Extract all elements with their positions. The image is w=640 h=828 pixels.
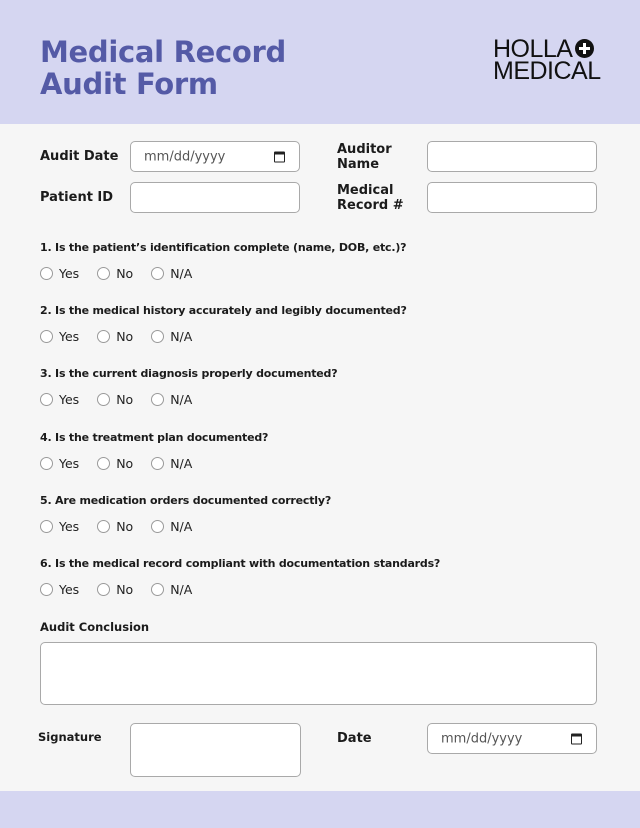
- radio-button[interactable]: [97, 393, 111, 406]
- radio-button[interactable]: [151, 330, 165, 343]
- radio-label: Yes: [59, 456, 80, 471]
- radio-option-na[interactable]: N/A: [151, 329, 192, 344]
- auditor-name-label-line-2: Name: [337, 157, 380, 172]
- radio-option-na[interactable]: N/A: [151, 392, 192, 407]
- radio-option-no[interactable]: No: [97, 582, 133, 597]
- medical-record-input[interactable]: [427, 182, 597, 213]
- auditor-name-label-line-1: Auditor: [337, 142, 392, 157]
- radio-label: N/A: [170, 329, 193, 344]
- radio-button[interactable]: [97, 267, 111, 280]
- question-text: 4. Is the treatment plan documented?: [40, 431, 269, 444]
- radio-label: No: [116, 329, 134, 344]
- radio-button[interactable]: [151, 393, 165, 406]
- auditor-name-label: Auditor Name: [337, 142, 392, 172]
- radio-label: No: [116, 456, 134, 471]
- radio-option-yes[interactable]: Yes: [40, 392, 79, 407]
- radio-option-yes[interactable]: Yes: [40, 456, 79, 471]
- radio-button[interactable]: [97, 330, 111, 343]
- plus-circle-icon: [575, 39, 595, 58]
- radio-button[interactable]: [151, 520, 165, 533]
- radio-button[interactable]: [151, 583, 165, 596]
- radio-label: No: [116, 266, 134, 281]
- patient-id-label: Patient ID: [40, 190, 114, 205]
- radio-button[interactable]: [40, 520, 53, 533]
- logo: HOLLA MEDICAL: [493, 37, 601, 85]
- radio-label: N/A: [170, 582, 193, 597]
- radio-button[interactable]: [40, 457, 53, 470]
- radio-label: No: [116, 582, 134, 597]
- question-options: Yes No N/A: [40, 266, 210, 281]
- question-text: 3. Is the current diagnosis properly doc…: [40, 367, 338, 380]
- question-text: 5. Are medication orders documented corr…: [40, 494, 332, 507]
- question-text: 1. Is the patient’s identification compl…: [40, 241, 407, 254]
- radio-button[interactable]: [40, 267, 53, 280]
- radio-label: Yes: [59, 392, 80, 407]
- question-options: Yes No N/A: [40, 392, 210, 407]
- audit-date-placeholder: mm/dd/yyyy: [144, 149, 226, 164]
- radio-option-na[interactable]: N/A: [151, 456, 192, 471]
- radio-button[interactable]: [40, 583, 53, 596]
- radio-option-no[interactable]: No: [97, 392, 133, 407]
- audit-date-label: Audit Date: [40, 149, 119, 164]
- radio-option-no[interactable]: No: [97, 266, 133, 281]
- radio-option-yes[interactable]: Yes: [40, 329, 79, 344]
- radio-option-na[interactable]: N/A: [151, 519, 192, 534]
- radio-option-yes[interactable]: Yes: [40, 519, 79, 534]
- question-options: Yes No N/A: [40, 519, 210, 534]
- radio-button[interactable]: [97, 583, 111, 596]
- radio-option-yes[interactable]: Yes: [40, 266, 79, 281]
- auditor-name-input[interactable]: [427, 141, 597, 172]
- radio-label: Yes: [59, 329, 80, 344]
- patient-id-input[interactable]: [130, 182, 300, 213]
- audit-conclusion-label: Audit Conclusion: [40, 620, 150, 634]
- radio-option-na[interactable]: N/A: [151, 266, 192, 281]
- question-options: Yes No N/A: [40, 329, 210, 344]
- radio-button[interactable]: [151, 267, 165, 280]
- question-options: Yes No N/A: [40, 456, 210, 471]
- title-line-2: Audit Form: [40, 67, 218, 101]
- medical-record-label-line-1: Medical: [337, 183, 394, 198]
- radio-button[interactable]: [97, 520, 111, 533]
- page-title: Medical Record Audit Form: [40, 36, 286, 100]
- date-placeholder: mm/dd/yyyy: [441, 731, 523, 746]
- radio-option-no[interactable]: No: [97, 329, 133, 344]
- radio-button[interactable]: [40, 393, 53, 406]
- radio-option-na[interactable]: N/A: [151, 582, 192, 597]
- radio-label: N/A: [170, 456, 193, 471]
- radio-label: No: [116, 519, 134, 534]
- signature-box[interactable]: [130, 723, 301, 777]
- radio-button[interactable]: [40, 330, 53, 343]
- logo-line-2: MEDICAL: [493, 57, 601, 85]
- title-line-1: Medical Record: [40, 35, 286, 69]
- medical-record-label-line-2: Record #: [337, 198, 404, 213]
- date-label: Date: [337, 731, 372, 746]
- medical-record-label: Medical Record #: [337, 183, 404, 213]
- header-band: Medical Record Audit Form HOLLA MEDICAL: [0, 0, 640, 124]
- audit-conclusion-textarea[interactable]: [40, 642, 597, 705]
- footer-band: [0, 791, 640, 828]
- radio-label: N/A: [170, 392, 193, 407]
- radio-button[interactable]: [151, 457, 165, 470]
- radio-label: No: [116, 392, 134, 407]
- calendar-icon[interactable]: [274, 151, 285, 162]
- radio-option-yes[interactable]: Yes: [40, 582, 79, 597]
- radio-label: Yes: [59, 582, 80, 597]
- radio-button[interactable]: [97, 457, 111, 470]
- radio-label: Yes: [59, 266, 80, 281]
- date-input[interactable]: mm/dd/yyyy: [427, 723, 597, 754]
- question-options: Yes No N/A: [40, 582, 210, 597]
- radio-option-no[interactable]: No: [97, 456, 133, 471]
- question-text: 2. Is the medical history accurately and…: [40, 304, 407, 317]
- radio-option-no[interactable]: No: [97, 519, 133, 534]
- audit-date-input[interactable]: mm/dd/yyyy: [130, 141, 300, 172]
- radio-label: N/A: [170, 519, 193, 534]
- question-text: 6. Is the medical record compliant with …: [40, 557, 441, 570]
- calendar-icon[interactable]: [571, 733, 582, 744]
- radio-label: Yes: [59, 519, 80, 534]
- radio-label: N/A: [170, 266, 193, 281]
- signature-label: Signature: [38, 730, 102, 744]
